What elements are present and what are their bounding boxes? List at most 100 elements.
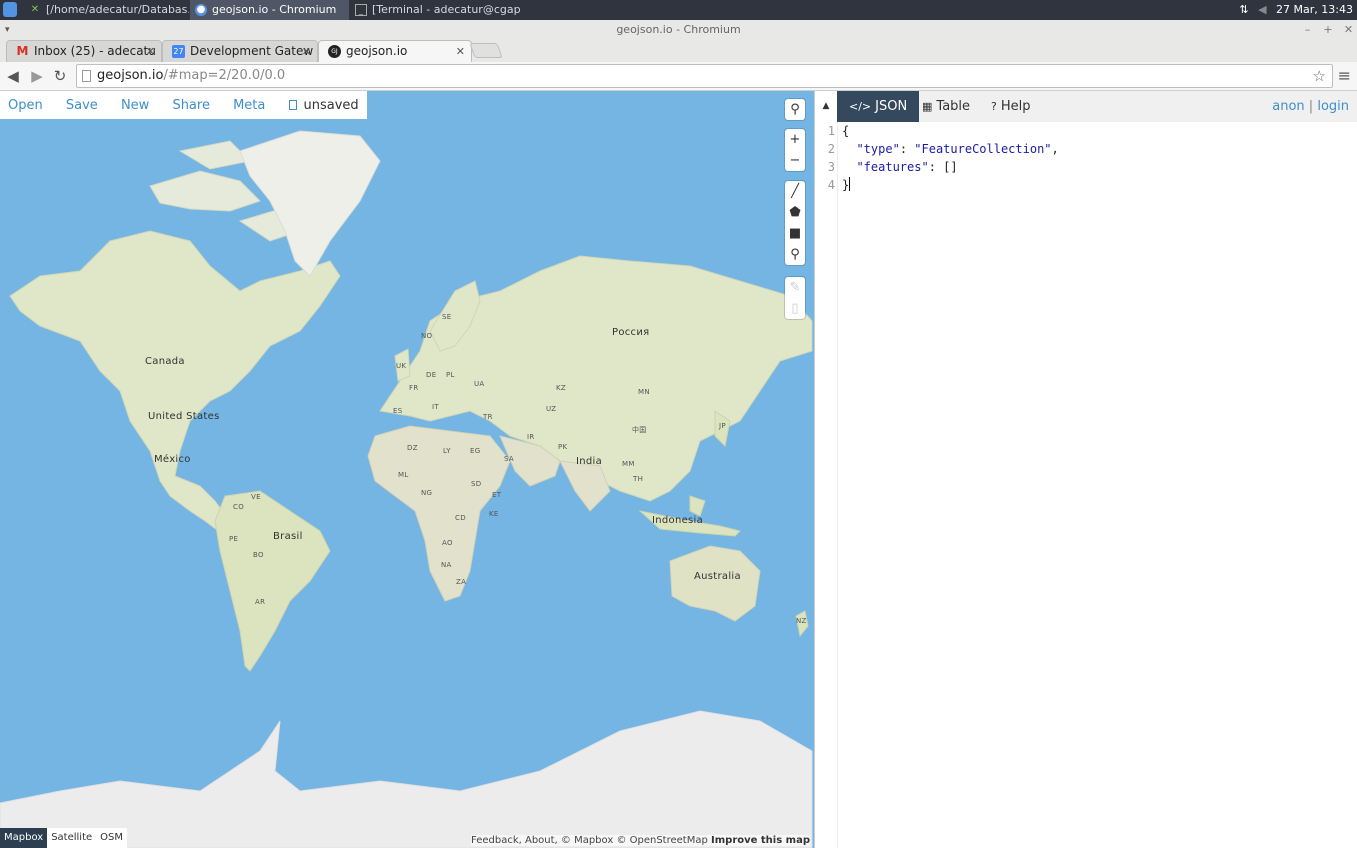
network-icon[interactable]: ⇅ (1239, 3, 1248, 16)
layer-mapbox[interactable]: Mapbox (0, 828, 48, 848)
attribution: Feedback, About, © Mapbox © OpenStreetMa… (471, 835, 810, 846)
label-ao: AO (442, 539, 453, 547)
tab-json[interactable]: </> JSON (837, 91, 920, 122)
draw-polygon-icon[interactable]: ⬟ (785, 202, 805, 223)
delete-layers-icon[interactable]: ▯ (785, 298, 805, 319)
login-link[interactable]: login (1317, 99, 1349, 114)
collapse-panel-icon[interactable]: ▲ (815, 91, 837, 121)
label-ua: UA (474, 380, 485, 388)
task-label: [/home/adecatur/Databas... (46, 3, 189, 16)
close-icon[interactable]: ✕ (1340, 20, 1357, 40)
land-australia (669, 545, 761, 622)
window-menu-icon[interactable]: ▾ (5, 20, 10, 40)
label-jp: JP (719, 422, 726, 430)
world-map[interactable] (0, 91, 814, 848)
tab-development-gateway[interactable]: 27 Development Gatew ✕ (162, 40, 318, 62)
json-key: "type" (856, 142, 900, 156)
label-nz: NZ (796, 617, 807, 625)
label-russia: Россия (612, 327, 650, 338)
url-path: /#map=2/20.0/0.0 (163, 68, 286, 83)
bookmark-star-icon[interactable]: ☆ (1313, 65, 1326, 87)
meta-button[interactable]: Meta (233, 98, 265, 113)
json-array: [] (943, 160, 958, 174)
navigation-bar: ◀ ▶ ↻ geojson.io/#map=2/20.0/0.0 ☆ ≡ (0, 62, 1357, 91)
label-cd: CD (455, 514, 466, 522)
label-kz: KZ (556, 384, 566, 392)
map-view[interactable]: Canada United States México Brasil Росси… (0, 91, 814, 848)
label-no: NO (421, 332, 433, 340)
label-bo: BO (253, 551, 264, 559)
share-button[interactable]: Share (172, 98, 210, 113)
tab-geojson[interactable]: GJ geojson.io ✕ (318, 40, 472, 62)
label-indonesia: Indonesia (652, 515, 704, 526)
new-button[interactable]: New (121, 98, 149, 113)
label-ly: LY (443, 447, 451, 455)
task-file-manager[interactable]: ✕ [/home/adecatur/Databas... (24, 0, 189, 20)
code-icon: </> (849, 100, 872, 113)
zoom-in-icon[interactable]: + (785, 129, 805, 150)
line-number-gutter: 1 2 3 4 (815, 122, 838, 848)
draw-line-icon[interactable]: ╱ (785, 181, 805, 202)
attribution-text[interactable]: Feedback, About, © Mapbox © OpenStreetMa… (471, 835, 708, 846)
new-tab-button[interactable] (469, 43, 503, 58)
open-button[interactable]: Open (8, 98, 43, 113)
save-button[interactable]: Save (66, 98, 98, 113)
anon-link[interactable]: anon (1272, 99, 1304, 114)
tab-label: geojson.io (346, 44, 408, 58)
close-brace: } (842, 178, 850, 192)
edit-control: ✎ ▯ (785, 277, 805, 319)
label-uz: UZ (546, 405, 557, 413)
help-icon: ? (991, 100, 997, 113)
draw-marker-icon[interactable]: ⚲ (785, 244, 805, 265)
label-ml: ML (398, 471, 409, 479)
clock[interactable]: 27 Mar, 13:43 (1276, 3, 1353, 16)
task-chromium[interactable]: ● geojson.io - Chromium (190, 0, 349, 20)
geojson-icon: GJ (328, 45, 341, 58)
improve-map-link[interactable]: Improve this map (711, 835, 810, 846)
address-bar[interactable]: geojson.io/#map=2/20.0/0.0 ☆ (76, 64, 1333, 88)
back-icon[interactable]: ◀ (3, 66, 23, 86)
minimize-icon[interactable]: – (1299, 20, 1316, 40)
label-za: ZA (456, 578, 467, 586)
label-fr: FR (409, 384, 419, 392)
volume-icon[interactable]: ◀ (1258, 3, 1266, 16)
label-ke: KE (489, 510, 499, 518)
search-icon[interactable]: ⚲ (785, 99, 805, 120)
label-pk: PK (558, 443, 568, 451)
code-line-1: { (842, 122, 1059, 140)
layer-satellite[interactable]: Satellite (47, 828, 96, 848)
reload-icon[interactable]: ↻ (50, 66, 70, 86)
start-menu-icon[interactable] (3, 2, 17, 17)
maximize-icon[interactable]: + (1320, 20, 1337, 40)
editor-panel: ▲ </> JSON ▦ Table ? Help anon | login 1 2 … (814, 91, 1357, 848)
tab-json-label: JSON (875, 99, 908, 114)
gmail-icon: M (16, 44, 29, 58)
tab-inbox[interactable]: M Inbox (25) - adecatu ✕ (6, 40, 162, 62)
forward-icon[interactable]: ▶ (27, 66, 47, 86)
panel-tabs: </> JSON ▦ Table ? Help anon | login (837, 91, 1357, 122)
label-pl: PL (446, 371, 455, 379)
table-icon: ▦ (922, 100, 933, 113)
json-key: "features" (856, 160, 929, 174)
layer-osm[interactable]: OSM (96, 828, 127, 848)
tab-table[interactable]: ▦ Table (910, 91, 982, 122)
browser-menu-icon[interactable]: ≡ (1338, 66, 1351, 85)
label-mexico: México (154, 454, 191, 465)
edit-layers-icon[interactable]: ✎ (785, 277, 805, 298)
task-terminal[interactable]: _ [Terminal - adecatur@cgap... (350, 0, 520, 20)
json-string: "FeatureCollection" (914, 142, 1052, 156)
close-tab-icon[interactable]: ✕ (456, 41, 465, 62)
code-line-3: "features": [] (856, 160, 958, 174)
close-tab-icon[interactable]: ✕ (302, 41, 311, 62)
label-pe: PE (229, 535, 239, 543)
window-titlebar: ▾ geojson.io - Chromium – + ✕ (0, 20, 1357, 40)
system-tray: ⇅ ◀ 27 Mar, 13:43 (1233, 0, 1353, 20)
close-tab-icon[interactable]: ✕ (146, 41, 155, 62)
draw-rectangle-icon[interactable]: ■ (785, 223, 805, 244)
tab-help[interactable]: ? Help (979, 91, 1042, 122)
window-title: geojson.io - Chromium (616, 23, 741, 36)
label-mm: MM (622, 460, 635, 468)
zoom-out-icon[interactable]: − (785, 150, 805, 171)
json-editor[interactable]: { "type": "FeatureCollection", "features… (842, 122, 1059, 194)
land-north-america (9, 230, 341, 537)
